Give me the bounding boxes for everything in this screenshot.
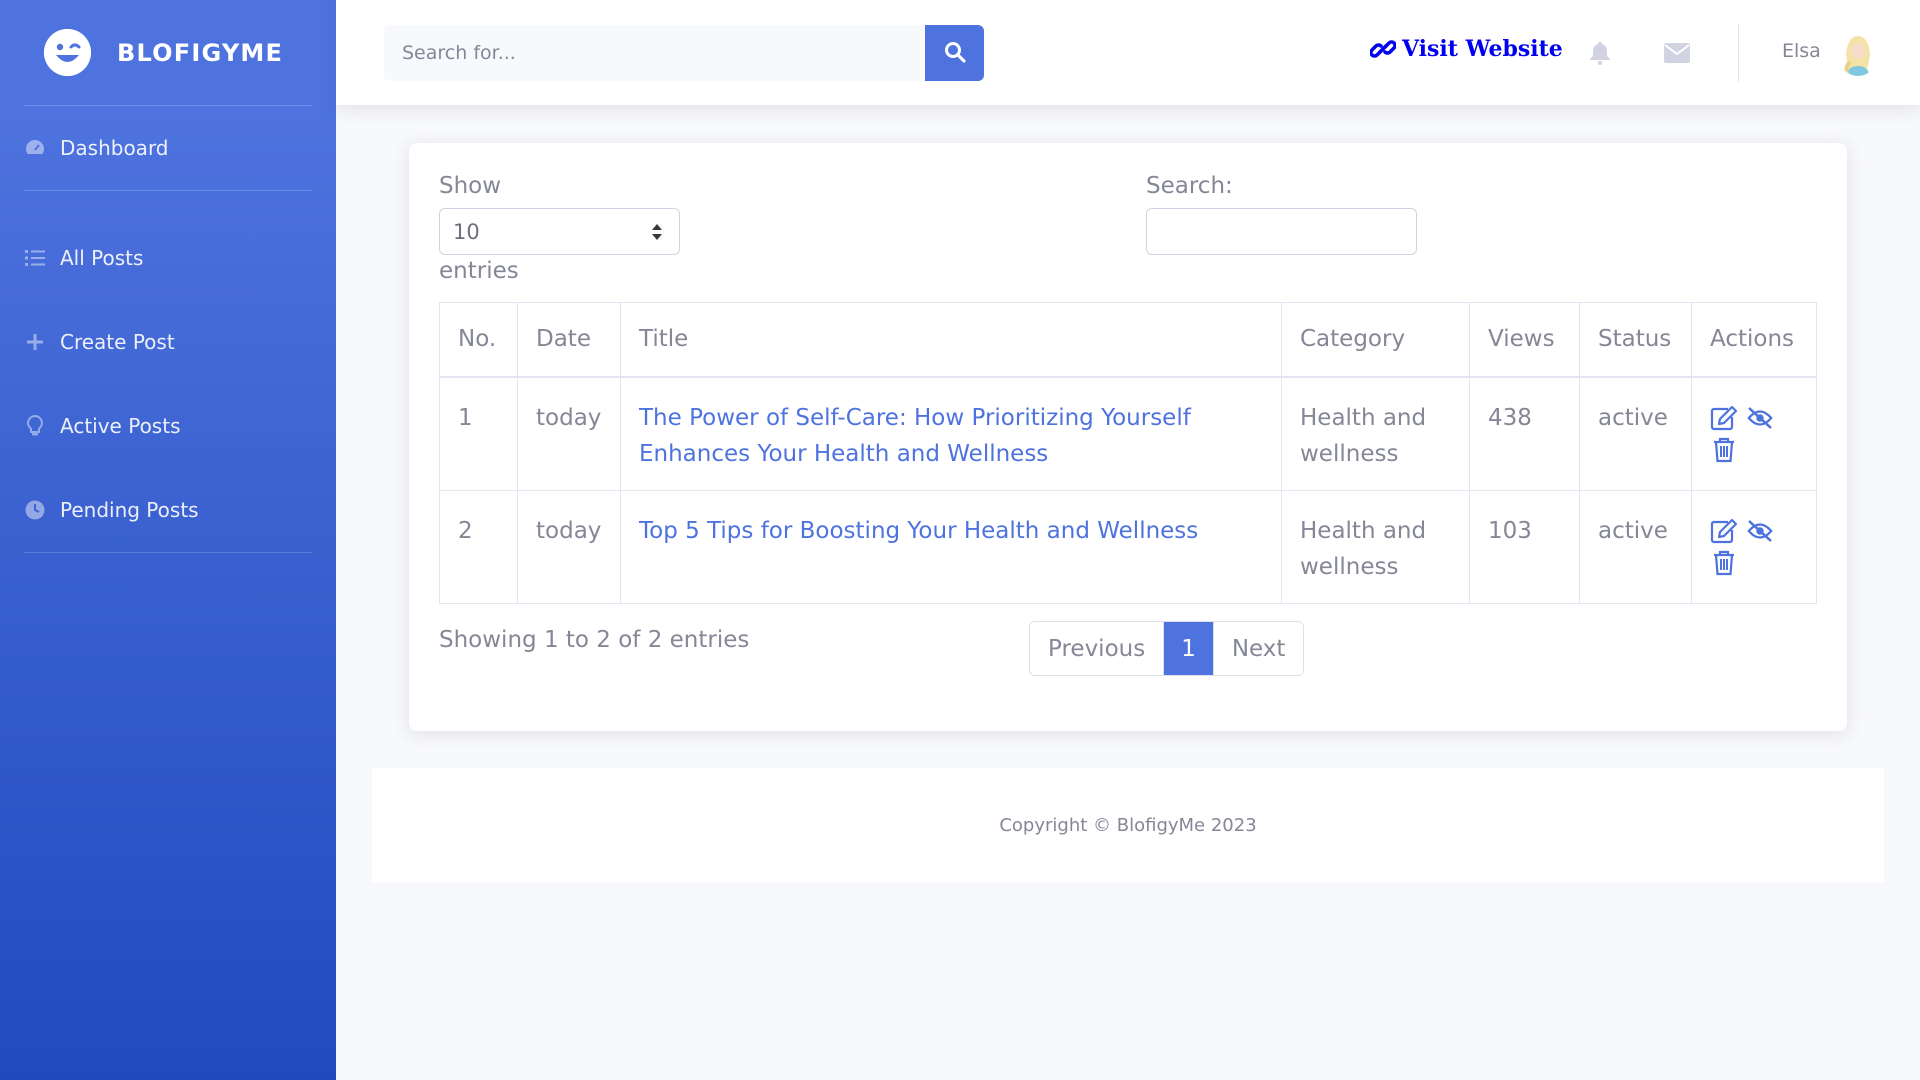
footer: Copyright © BlofigyMe 2023 (372, 768, 1884, 882)
cell-date: today (517, 489, 621, 604)
sidebar-item-label: Create Post (60, 330, 175, 354)
table-row: 2 today Top 5 Tips for Boosting Your Hea… (439, 489, 1817, 604)
visit-website-label: Visit Website (1402, 36, 1563, 62)
cell-date: today (517, 376, 621, 491)
clock-icon (24, 499, 46, 521)
cell-no: 1 (439, 376, 518, 491)
topbar-search (384, 25, 984, 81)
entries-select-value: 10 (453, 219, 480, 244)
cell-views: 103 (1469, 489, 1580, 604)
sidebar-item-active-posts[interactable]: Active Posts (0, 384, 336, 468)
edit-icon[interactable] (1710, 517, 1738, 545)
avatar[interactable] (1838, 32, 1878, 76)
copyright-text: Copyright © BlofigyMe 2023 (999, 814, 1257, 836)
bell-icon[interactable] (1585, 38, 1615, 68)
column-header-title[interactable]: Title (620, 302, 1282, 378)
entries-select[interactable]: 10 (439, 208, 680, 255)
eye-slash-icon[interactable] (1746, 404, 1774, 432)
sidebar-item-create-post[interactable]: Create Post (0, 300, 336, 384)
search-icon (944, 41, 966, 66)
trash-icon[interactable] (1710, 436, 1738, 464)
column-header-no[interactable]: No. (439, 302, 518, 378)
lightbulb-icon (24, 415, 46, 437)
sidebar-item-all-posts[interactable]: All Posts (0, 216, 336, 300)
next-page-button[interactable]: Next (1213, 622, 1304, 675)
brand-name: BLOFIGYME (117, 38, 284, 67)
sidebar-item-label: Dashboard (60, 136, 169, 160)
link-icon (1370, 36, 1396, 62)
post-title-link[interactable]: Top 5 Tips for Boosting Your Health and … (639, 518, 1198, 544)
posts-card: Show 10 entries Search: No. Date Title C… (409, 143, 1847, 731)
sidebar-item-label: Active Posts (60, 414, 181, 438)
search-button[interactable] (925, 25, 984, 81)
column-header-status[interactable]: Status (1579, 302, 1692, 378)
topbar: Visit Website Elsa (336, 0, 1920, 105)
sidebar-divider (24, 552, 312, 553)
cell-title: The Power of Self-Care: How Prioritizing… (620, 376, 1282, 491)
table-search-label: Search: (1146, 173, 1233, 199)
sidebar-item-pending-posts[interactable]: Pending Posts (0, 468, 336, 552)
table-row: 1 today The Power of Self-Care: How Prio… (439, 376, 1817, 491)
cell-category: Health and wellness (1281, 489, 1470, 604)
cell-status: active (1579, 376, 1692, 491)
table-header-row: No. Date Title Category Views Status Act… (439, 302, 1817, 378)
cell-category: Health and wellness (1281, 376, 1470, 491)
column-header-views[interactable]: Views (1469, 302, 1580, 378)
show-label: Show (439, 173, 502, 199)
visit-website-link[interactable]: Visit Website (1370, 36, 1563, 62)
cell-title: Top 5 Tips for Boosting Your Health and … (620, 489, 1282, 604)
column-header-category[interactable]: Category (1281, 302, 1470, 378)
trash-icon[interactable] (1710, 549, 1738, 577)
sidebar-item-label: All Posts (60, 246, 144, 270)
tachometer-icon (24, 137, 46, 159)
column-header-actions[interactable]: Actions (1691, 302, 1817, 378)
sidebar: BLOFIGYME Dashboard All Posts Create Pos… (0, 0, 336, 1080)
table-info: Showing 1 to 2 of 2 entries (439, 627, 750, 653)
sort-arrows-icon (651, 222, 663, 247)
cell-no: 2 (439, 489, 518, 604)
brand[interactable]: BLOFIGYME (0, 0, 336, 105)
page-1-button[interactable]: 1 (1164, 622, 1214, 675)
sidebar-item-dashboard[interactable]: Dashboard (0, 106, 336, 190)
topbar-divider (1738, 24, 1739, 82)
posts-table: No. Date Title Category Views Status Act… (439, 302, 1817, 604)
cell-actions (1691, 489, 1817, 604)
edit-icon[interactable] (1710, 404, 1738, 432)
eye-slash-icon[interactable] (1746, 517, 1774, 545)
envelope-icon[interactable] (1662, 38, 1692, 68)
user-name[interactable]: Elsa (1782, 40, 1821, 62)
column-header-date[interactable]: Date (517, 302, 621, 378)
pagination: Previous 1 Next (1029, 621, 1305, 676)
post-title-link[interactable]: The Power of Self-Care: How Prioritizing… (639, 405, 1191, 467)
cell-views: 438 (1469, 376, 1580, 491)
search-input[interactable] (384, 25, 925, 81)
entries-label: entries (439, 258, 519, 284)
cell-status: active (1579, 489, 1692, 604)
laugh-wink-icon (44, 29, 91, 76)
plus-icon (24, 331, 46, 353)
sidebar-item-label: Pending Posts (60, 498, 199, 522)
table-search-input[interactable] (1146, 208, 1417, 255)
list-icon (24, 247, 46, 269)
previous-page-button[interactable]: Previous (1030, 622, 1165, 675)
cell-actions (1691, 376, 1817, 491)
